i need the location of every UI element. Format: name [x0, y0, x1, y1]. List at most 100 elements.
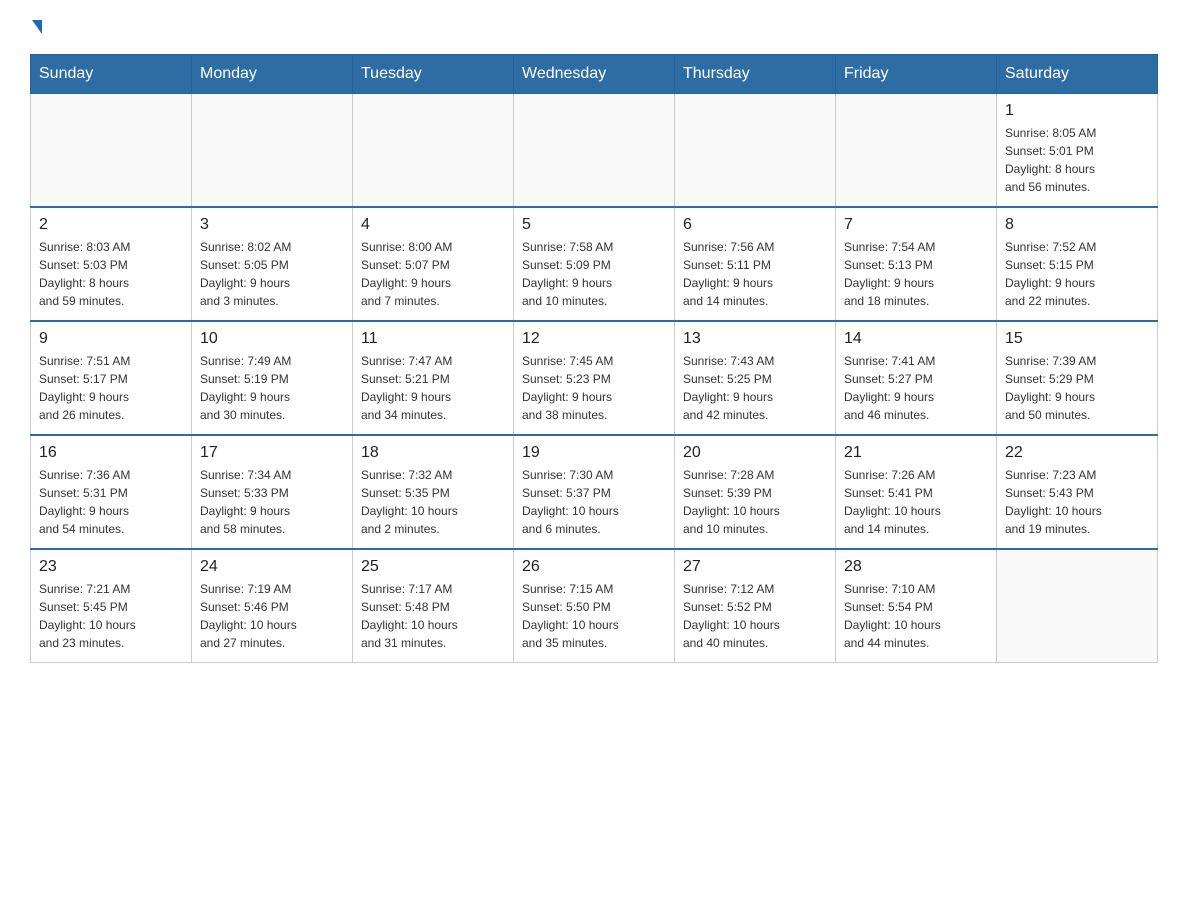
calendar-cell: 18Sunrise: 7:32 AMSunset: 5:35 PMDayligh…	[353, 435, 514, 549]
day-number: 15	[1005, 330, 1149, 348]
calendar-cell	[192, 94, 353, 208]
calendar-cell: 28 Sunrise: 7:10 AMSunset: 5:54 PMDayligh…	[836, 549, 997, 663]
weekday-header-row: SundayMondayTuesdayWednesdayThursdayFrid…	[31, 55, 1158, 94]
day-number: 16	[39, 444, 183, 462]
day-info: Sunrise: 7:12 AMSunset: 5:52 PMDaylight:…	[683, 580, 827, 652]
day-info: Sunrise: 7:41 AMSunset: 5:27 PMDaylight:…	[844, 352, 988, 424]
calendar-cell: 8 Sunrise: 7:52 AMSunset: 5:15 PMDaylight…	[997, 207, 1158, 321]
day-info: Sunrise: 8:00 AMSunset: 5:07 PMDaylight:…	[361, 238, 505, 310]
day-info: Sunrise: 7:58 AMSunset: 5:09 PMDaylight:…	[522, 238, 666, 310]
day-info: Sunrise: 7:23 AMSunset: 5:43 PMDaylight:…	[1005, 466, 1149, 538]
weekday-header-wednesday: Wednesday	[514, 55, 675, 94]
calendar-cell: 20Sunrise: 7:28 AMSunset: 5:39 PMDayligh…	[675, 435, 836, 549]
day-info: Sunrise: 7:32 AMSunset: 5:35 PMDaylight:…	[361, 466, 505, 538]
day-info: Sunrise: 8:03 AMSunset: 5:03 PMDaylight:…	[39, 238, 183, 310]
calendar-week-row: 2 Sunrise: 8:03 AMSunset: 5:03 PMDaylight…	[31, 207, 1158, 321]
day-info: Sunrise: 7:52 AMSunset: 5:15 PMDaylight:…	[1005, 238, 1149, 310]
calendar-cell: 15 Sunrise: 7:39 AMSunset: 5:29 PMDayligh…	[997, 321, 1158, 435]
calendar-cell: 10Sunrise: 7:49 AMSunset: 5:19 PMDayligh…	[192, 321, 353, 435]
day-number: 4	[361, 216, 505, 234]
weekday-header-friday: Friday	[836, 55, 997, 94]
day-number: 5	[522, 216, 666, 234]
day-number: 3	[200, 216, 344, 234]
day-info: Sunrise: 7:15 AMSunset: 5:50 PMDaylight:…	[522, 580, 666, 652]
calendar-cell: 6 Sunrise: 7:56 AMSunset: 5:11 PMDaylight…	[675, 207, 836, 321]
day-info: Sunrise: 7:39 AMSunset: 5:29 PMDaylight:…	[1005, 352, 1149, 424]
day-number: 22	[1005, 444, 1149, 462]
calendar-cell: 14 Sunrise: 7:41 AMSunset: 5:27 PMDayligh…	[836, 321, 997, 435]
day-info: Sunrise: 7:49 AMSunset: 5:19 PMDaylight:…	[200, 352, 344, 424]
day-info: Sunrise: 7:51 AMSunset: 5:17 PMDaylight:…	[39, 352, 183, 424]
day-number: 14	[844, 330, 988, 348]
day-info: Sunrise: 7:54 AMSunset: 5:13 PMDaylight:…	[844, 238, 988, 310]
calendar-cell: 3 Sunrise: 8:02 AMSunset: 5:05 PMDaylight…	[192, 207, 353, 321]
calendar-cell: 11 Sunrise: 7:47 AMSunset: 5:21 PMDayligh…	[353, 321, 514, 435]
day-number: 21	[844, 444, 988, 462]
day-info: Sunrise: 7:43 AMSunset: 5:25 PMDaylight:…	[683, 352, 827, 424]
calendar-table: SundayMondayTuesdayWednesdayThursdayFrid…	[30, 54, 1158, 663]
day-info: Sunrise: 7:47 AMSunset: 5:21 PMDaylight:…	[361, 352, 505, 424]
calendar-cell: 22 Sunrise: 7:23 AMSunset: 5:43 PMDayligh…	[997, 435, 1158, 549]
day-number: 1	[1005, 102, 1149, 120]
calendar-cell: 19Sunrise: 7:30 AMSunset: 5:37 PMDayligh…	[514, 435, 675, 549]
day-number: 28	[844, 558, 988, 576]
day-number: 25	[361, 558, 505, 576]
day-info: Sunrise: 7:34 AMSunset: 5:33 PMDaylight:…	[200, 466, 344, 538]
calendar-cell	[31, 94, 192, 208]
calendar-cell: 16 Sunrise: 7:36 AMSunset: 5:31 PMDayligh…	[31, 435, 192, 549]
day-number: 23	[39, 558, 183, 576]
day-number: 9	[39, 330, 183, 348]
calendar-cell: 13 Sunrise: 7:43 AMSunset: 5:25 PMDayligh…	[675, 321, 836, 435]
calendar-cell: 21 Sunrise: 7:26 AMSunset: 5:41 PMDayligh…	[836, 435, 997, 549]
day-number: 24	[200, 558, 344, 576]
calendar-week-row: 1Sunrise: 8:05 AMSunset: 5:01 PMDaylight…	[31, 94, 1158, 208]
calendar-cell: 17 Sunrise: 7:34 AMSunset: 5:33 PMDayligh…	[192, 435, 353, 549]
day-number: 7	[844, 216, 988, 234]
logo	[30, 20, 42, 34]
day-info: Sunrise: 7:21 AMSunset: 5:45 PMDaylight:…	[39, 580, 183, 652]
day-info: Sunrise: 7:30 AMSunset: 5:37 PMDaylight:…	[522, 466, 666, 538]
calendar-cell	[353, 94, 514, 208]
day-number: 8	[1005, 216, 1149, 234]
day-number: 20	[683, 444, 827, 462]
weekday-header-monday: Monday	[192, 55, 353, 94]
calendar-cell: 23 Sunrise: 7:21 AMSunset: 5:45 PMDayligh…	[31, 549, 192, 663]
day-number: 12	[522, 330, 666, 348]
day-number: 17	[200, 444, 344, 462]
logo-triangle-icon	[32, 20, 42, 34]
day-info: Sunrise: 7:56 AMSunset: 5:11 PMDaylight:…	[683, 238, 827, 310]
day-info: Sunrise: 7:19 AMSunset: 5:46 PMDaylight:…	[200, 580, 344, 652]
day-number: 2	[39, 216, 183, 234]
calendar-cell: 9 Sunrise: 7:51 AMSunset: 5:17 PMDaylight…	[31, 321, 192, 435]
calendar-cell: 1Sunrise: 8:05 AMSunset: 5:01 PMDaylight…	[997, 94, 1158, 208]
day-info: Sunrise: 7:26 AMSunset: 5:41 PMDaylight:…	[844, 466, 988, 538]
day-number: 26	[522, 558, 666, 576]
calendar-cell: 5 Sunrise: 7:58 AMSunset: 5:09 PMDaylight…	[514, 207, 675, 321]
calendar-cell: 24 Sunrise: 7:19 AMSunset: 5:46 PMDayligh…	[192, 549, 353, 663]
day-number: 6	[683, 216, 827, 234]
calendar-cell: 25 Sunrise: 7:17 AMSunset: 5:48 PMDayligh…	[353, 549, 514, 663]
day-info: Sunrise: 7:45 AMSunset: 5:23 PMDaylight:…	[522, 352, 666, 424]
calendar-week-row: 9 Sunrise: 7:51 AMSunset: 5:17 PMDaylight…	[31, 321, 1158, 435]
day-info: Sunrise: 7:17 AMSunset: 5:48 PMDaylight:…	[361, 580, 505, 652]
calendar-week-row: 23 Sunrise: 7:21 AMSunset: 5:45 PMDayligh…	[31, 549, 1158, 663]
calendar-week-row: 16 Sunrise: 7:36 AMSunset: 5:31 PMDayligh…	[31, 435, 1158, 549]
calendar-cell	[836, 94, 997, 208]
calendar-cell: 26 Sunrise: 7:15 AMSunset: 5:50 PMDayligh…	[514, 549, 675, 663]
weekday-header-tuesday: Tuesday	[353, 55, 514, 94]
weekday-header-sunday: Sunday	[31, 55, 192, 94]
calendar-cell: 4 Sunrise: 8:00 AMSunset: 5:07 PMDaylight…	[353, 207, 514, 321]
calendar-cell: 12 Sunrise: 7:45 AMSunset: 5:23 PMDayligh…	[514, 321, 675, 435]
calendar-cell: 27 Sunrise: 7:12 AMSunset: 5:52 PMDayligh…	[675, 549, 836, 663]
day-info: Sunrise: 7:36 AMSunset: 5:31 PMDaylight:…	[39, 466, 183, 538]
day-number: 13	[683, 330, 827, 348]
weekday-header-saturday: Saturday	[997, 55, 1158, 94]
calendar-cell	[514, 94, 675, 208]
day-info: Sunrise: 8:02 AMSunset: 5:05 PMDaylight:…	[200, 238, 344, 310]
day-info: Sunrise: 7:10 AMSunset: 5:54 PMDaylight:…	[844, 580, 988, 652]
day-number: 27	[683, 558, 827, 576]
day-number: 11	[361, 330, 505, 348]
calendar-cell: 2 Sunrise: 8:03 AMSunset: 5:03 PMDaylight…	[31, 207, 192, 321]
calendar-cell	[997, 549, 1158, 663]
calendar-cell	[675, 94, 836, 208]
